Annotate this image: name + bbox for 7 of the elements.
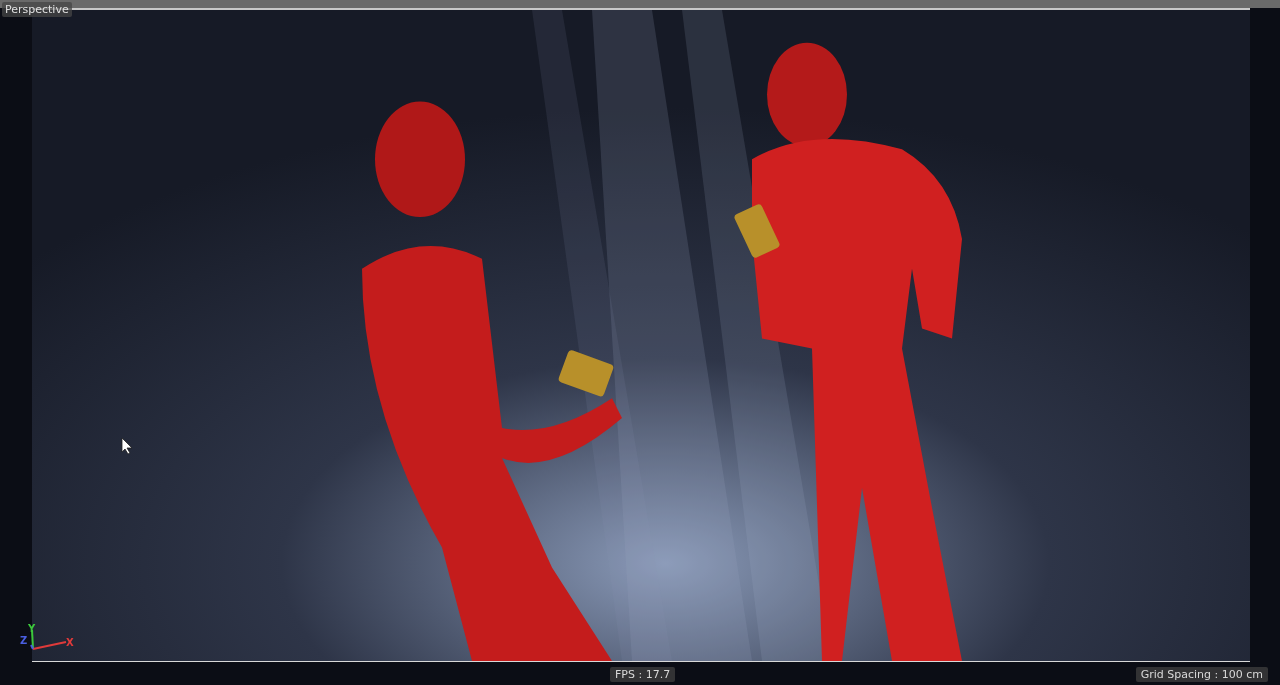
axis-label: X xyxy=(66,638,74,648)
axis-label: Z xyxy=(20,636,28,646)
grid-spacing-label: Grid Spacing : 100 cm xyxy=(1135,667,1268,682)
cursor-icon xyxy=(121,437,133,455)
fps-label: FPS : 17.7 xyxy=(610,667,676,682)
axis-lines-icon xyxy=(30,630,68,650)
viewport-title: Perspective xyxy=(2,2,72,17)
